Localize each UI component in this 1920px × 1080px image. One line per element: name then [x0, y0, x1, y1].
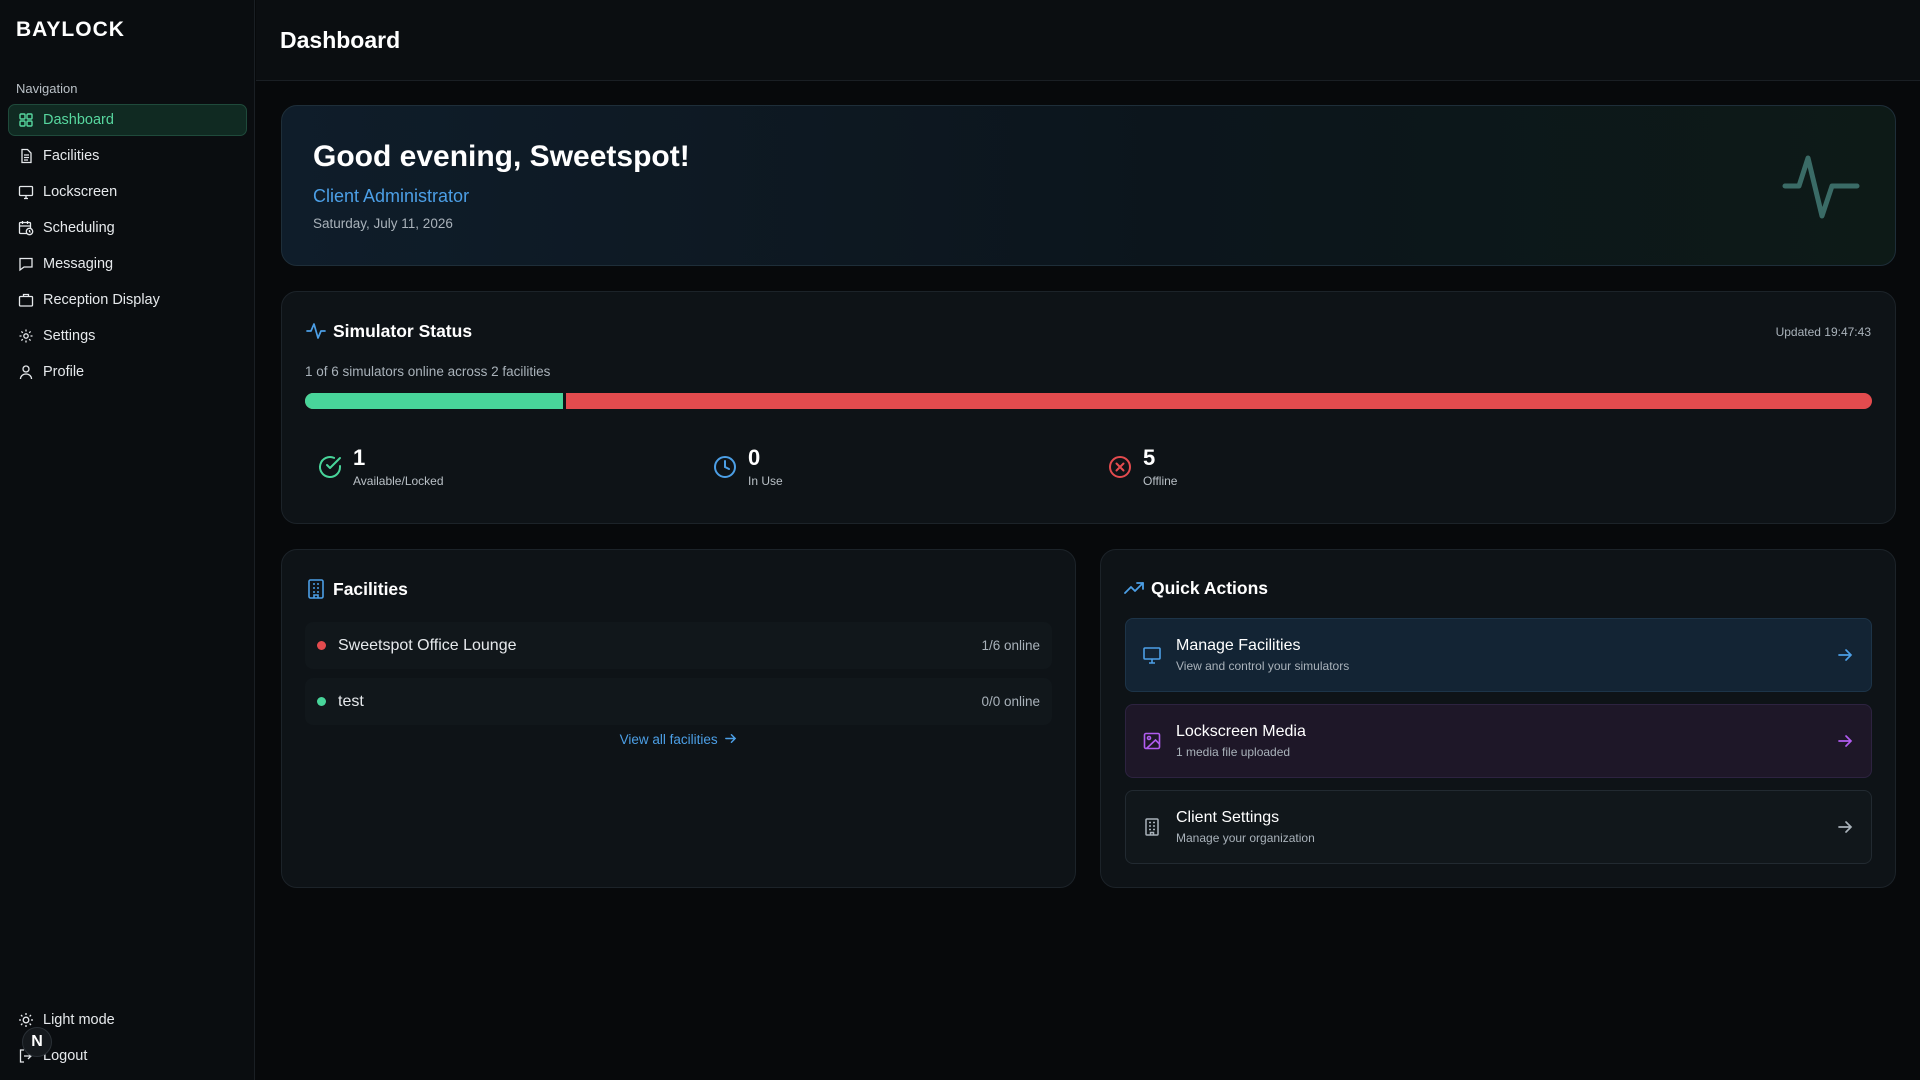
- sidebar-item-messaging[interactable]: Messaging: [8, 248, 247, 280]
- status-dot: [317, 697, 326, 706]
- lockscreen-media-action[interactable]: Lockscreen Media 1 media file uploaded: [1125, 704, 1872, 778]
- card-title-text: Facilities: [333, 578, 408, 599]
- monitor-icon: [18, 184, 34, 200]
- stat-label: Offline: [1143, 473, 1178, 488]
- sidebar-nav: Dashboard Facilities Lockscreen Scheduli…: [8, 104, 247, 392]
- card-title-text: Simulator Status: [333, 320, 473, 341]
- arrow-right-icon: [725, 734, 737, 743]
- sidebar: BAYLOCK Navigation Dashboard Facilities …: [0, 0, 255, 1080]
- brand-logo: BAYLOCK: [16, 18, 125, 41]
- arrow-right-icon: [1838, 649, 1853, 661]
- action-title: Manage Facilities: [1176, 637, 1301, 654]
- facilities-list: Sweetspot Office Lounge 1/6 online test …: [305, 622, 1052, 734]
- stat-available: 1 Available/Locked: [305, 432, 685, 502]
- briefcase-icon: [18, 292, 34, 308]
- manage-facilities-action[interactable]: Manage Facilities View and control your …: [1125, 618, 1872, 692]
- updated-timestamp: Updated 19:47:43: [1775, 325, 1871, 339]
- document-icon: [18, 148, 34, 164]
- simulator-status-card: Simulator Status Updated 19:47:43 1 of 6…: [281, 291, 1896, 524]
- arrow-right-icon: [1838, 821, 1853, 833]
- sidebar-item-label: Scheduling: [43, 220, 115, 236]
- stat-label: In Use: [748, 473, 783, 488]
- dashboard-icon: [18, 112, 34, 128]
- sidebar-item-reception-display[interactable]: Reception Display: [8, 284, 247, 316]
- client-settings-action[interactable]: Client Settings Manage your organization: [1125, 790, 1872, 864]
- facilities-card: Facilities Sweetspot Office Lounge 1/6 o…: [281, 549, 1076, 888]
- page-title: Dashboard: [280, 27, 401, 53]
- view-all-facilities-link[interactable]: View all facilities: [282, 732, 1075, 747]
- x-circle-icon: [1109, 456, 1131, 478]
- clock-icon: [714, 456, 736, 478]
- light-mode-label: Light mode: [43, 1012, 115, 1028]
- sidebar-item-label: Reception Display: [43, 292, 160, 308]
- sidebar-item-label: Dashboard: [43, 112, 114, 128]
- action-title: Lockscreen Media: [1176, 723, 1306, 740]
- check-circle-icon: [319, 456, 341, 479]
- logout-label: Logout: [43, 1048, 88, 1064]
- facilities-title: Facilities: [305, 578, 408, 600]
- message-icon: [18, 256, 34, 272]
- stat-value: 5: [1143, 444, 1156, 470]
- monitor-icon: [1142, 645, 1162, 665]
- facility-online-count: 1/6 online: [981, 638, 1040, 653]
- calendar-clock-icon: [18, 220, 34, 236]
- arrow-right-icon: [1838, 735, 1853, 747]
- sidebar-item-label: Facilities: [43, 148, 100, 164]
- building-icon: [1142, 817, 1162, 837]
- sidebar-item-label: Settings: [43, 328, 96, 344]
- user-role: Client Administrator: [313, 186, 470, 206]
- sidebar-item-settings[interactable]: Settings: [8, 320, 247, 352]
- status-progress-bar: [305, 393, 1872, 409]
- stat-label: Available/Locked: [353, 473, 444, 488]
- user-icon: [18, 364, 34, 380]
- status-dot: [317, 641, 326, 650]
- action-subtitle: View and control your simulators: [1176, 659, 1350, 673]
- facility-name: test: [338, 692, 364, 710]
- stat-offline: 5 Offline: [1095, 432, 1475, 502]
- quick-actions-title: Quick Actions: [1123, 577, 1268, 599]
- activity-icon: [1782, 155, 1860, 219]
- sidebar-item-label: Lockscreen: [43, 184, 118, 200]
- sidebar-item-scheduling[interactable]: Scheduling: [8, 212, 247, 244]
- card-title-text: Quick Actions: [1151, 577, 1269, 598]
- activity-icon: [305, 320, 327, 342]
- action-subtitle: Manage your organization: [1176, 831, 1315, 845]
- nav-heading: Navigation: [16, 81, 78, 96]
- facility-row[interactable]: Sweetspot Office Lounge 1/6 online: [305, 622, 1052, 669]
- sidebar-item-profile[interactable]: Profile: [8, 356, 247, 388]
- sidebar-item-label: Profile: [43, 364, 85, 380]
- sidebar-item-label: Messaging: [43, 256, 114, 272]
- stat-value: 0: [748, 444, 761, 470]
- stat-in-use: 0 In Use: [700, 432, 1080, 502]
- action-subtitle: 1 media file uploaded: [1176, 745, 1291, 759]
- action-title: Client Settings: [1176, 809, 1280, 826]
- building-icon: [305, 578, 327, 600]
- facility-name: Sweetspot Office Lounge: [338, 636, 517, 654]
- welcome-card: Good evening, Sweetspot! Client Administ…: [281, 105, 1896, 266]
- sidebar-item-lockscreen[interactable]: Lockscreen: [8, 176, 247, 208]
- sidebar-item-facilities[interactable]: Facilities: [8, 140, 247, 172]
- status-summary: 1 of 6 simulators online across 2 facili…: [305, 364, 551, 379]
- simulator-status-title: Simulator Status: [305, 320, 472, 342]
- sidebar-item-dashboard[interactable]: Dashboard: [8, 104, 247, 136]
- current-date: Saturday, July 11, 2026: [313, 216, 453, 231]
- trending-up-icon: [1123, 577, 1145, 599]
- view-all-label: View all facilities: [619, 732, 718, 747]
- gear-icon: [18, 328, 34, 344]
- greeting: Good evening, Sweetspot!: [313, 140, 690, 173]
- progress-bar-fill: [305, 393, 567, 409]
- sun-icon: [18, 1012, 34, 1028]
- image-icon: [1142, 731, 1162, 751]
- avatar[interactable]: N: [22, 1027, 52, 1057]
- page-header: Dashboard: [256, 0, 1920, 81]
- facility-row[interactable]: test 0/0 online: [305, 678, 1052, 725]
- facility-online-count: 0/0 online: [981, 694, 1040, 709]
- stat-value: 1: [353, 444, 366, 470]
